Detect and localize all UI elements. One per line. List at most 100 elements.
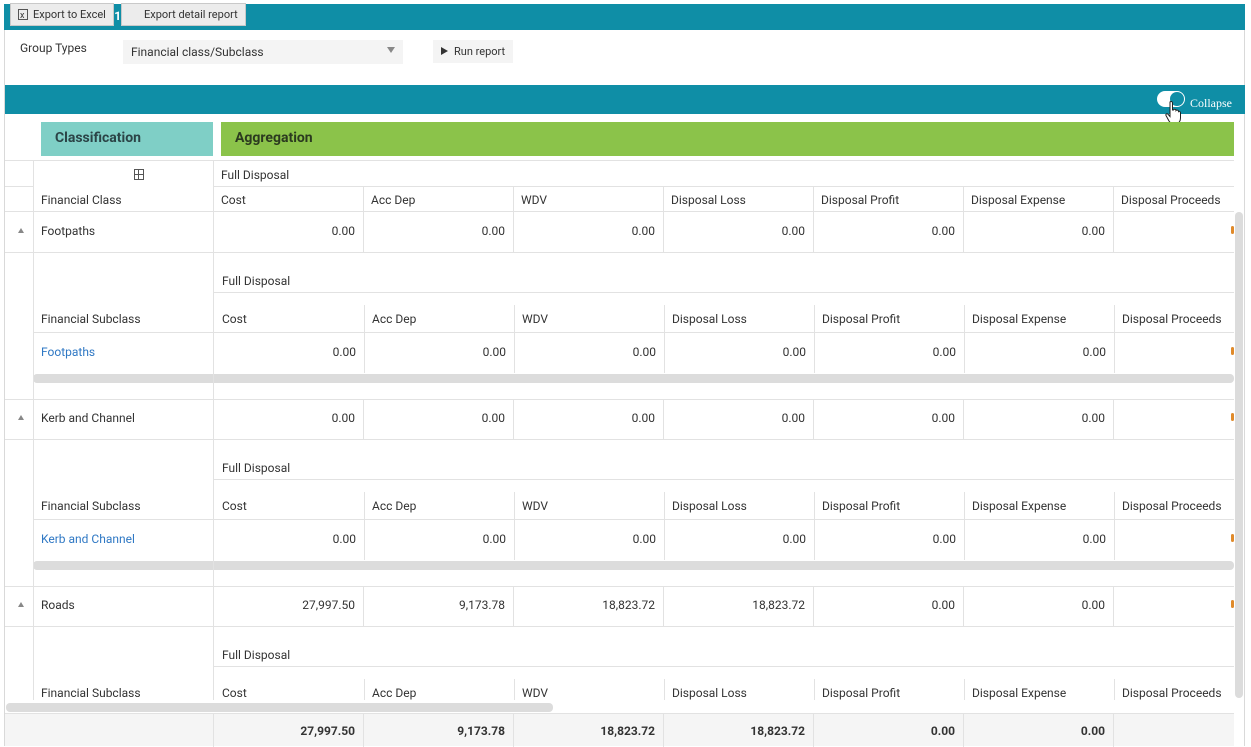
grid-line <box>514 492 515 519</box>
value-cell: 0.00 <box>782 532 806 546</box>
grid-line <box>1113 186 1114 211</box>
grid-line <box>963 399 964 439</box>
grid-line <box>813 399 814 439</box>
grid-line <box>213 160 214 700</box>
run-report-button[interactable]: Run report <box>433 40 514 63</box>
value-cell: 0.00 <box>631 411 655 425</box>
grid-line <box>813 212 814 252</box>
column-header: Acc Dep <box>372 686 417 700</box>
column-header: WDV <box>521 193 548 207</box>
grid-line <box>963 186 964 211</box>
grid-line <box>964 679 965 700</box>
collapse-row-icon[interactable] <box>18 228 24 233</box>
column-header: Disposal Profit <box>821 193 900 207</box>
class-name: Kerb and Channel <box>41 411 135 425</box>
grid-line <box>5 211 1234 212</box>
grid-line <box>513 212 514 252</box>
grid-scrollbar[interactable] <box>6 703 553 712</box>
column-header: Disposal Loss <box>672 686 747 700</box>
grid-line <box>814 333 815 373</box>
grid-line <box>813 586 814 626</box>
report-toolbar <box>5 85 1245 114</box>
grid-line <box>963 714 964 747</box>
column-header: Disposal Loss <box>671 193 746 207</box>
column-header: Disposal Proceeds <box>1122 499 1222 513</box>
value-cell: 0.00 <box>1082 345 1106 359</box>
full-disposal-header: Full Disposal <box>221 168 290 182</box>
totals-row: 27,997.50 9,173.78 18,823.72 18,823.72 0.00 0… <box>5 713 1234 747</box>
play-icon <box>441 47 448 55</box>
grid-line <box>514 333 515 373</box>
grid-line <box>513 714 514 747</box>
value-cell: 18,823.72 <box>602 598 655 612</box>
full-disposal-header: Full Disposal <box>222 461 291 475</box>
group-types-select[interactable]: Financial class/Subclass <box>123 40 403 64</box>
proceeds-marker <box>1231 413 1234 421</box>
financial-subclass-header: Financial Subclass <box>41 312 141 326</box>
proceeds-marker <box>1231 347 1234 355</box>
vertical-scrollbar[interactable] <box>1235 212 1243 698</box>
column-header: Cost <box>222 686 247 700</box>
total-cell: 0.00 <box>930 724 955 738</box>
grid-line <box>514 679 515 700</box>
value-cell: 0.00 <box>781 224 805 238</box>
column-header: Acc Dep <box>371 193 416 207</box>
value-cell: 0.00 <box>931 598 955 612</box>
grid-line <box>214 666 1234 667</box>
grid-line <box>5 586 1234 587</box>
grid-line <box>5 399 1234 400</box>
proceeds-marker <box>1231 226 1234 234</box>
excel-file-icon <box>18 6 28 27</box>
grid-line <box>813 714 814 747</box>
grid-line <box>514 305 515 332</box>
column-header: Disposal Profit <box>822 312 901 326</box>
grid-line <box>663 212 664 252</box>
grid-line <box>213 186 1234 187</box>
column-header: Disposal Proceeds <box>1121 193 1221 207</box>
value-cell: 0.00 <box>782 345 806 359</box>
collapse-row-icon[interactable] <box>18 602 24 607</box>
export-detail-button[interactable]: Export detail report <box>121 3 246 180</box>
grid-line <box>664 333 665 373</box>
total-cell: 18,823.72 <box>600 724 655 738</box>
grid-line <box>363 399 364 439</box>
full-disposal-header: Full Disposal <box>222 274 291 288</box>
subclass-link[interactable]: Footpaths <box>41 345 95 359</box>
grid-line <box>5 252 1234 253</box>
grid-line <box>1114 679 1115 700</box>
collapse-row-icon[interactable] <box>18 415 24 420</box>
grid-line <box>663 586 664 626</box>
column-header: Disposal Expense <box>972 686 1067 700</box>
grid-line <box>663 399 664 439</box>
value-cell: 0.00 <box>481 411 505 425</box>
grid-line <box>513 586 514 626</box>
grid-line <box>1114 520 1115 560</box>
export-excel-button[interactable]: Export to Excel <box>10 3 114 27</box>
value-cell: 0.00 <box>1081 224 1105 238</box>
value-cell: 0.00 <box>632 532 656 546</box>
group-types-value: Financial class/Subclass <box>131 45 264 59</box>
grid-line <box>5 160 1234 161</box>
column-header: Cost <box>222 312 247 326</box>
grid-line <box>664 679 665 700</box>
column-header: Disposal Proceeds <box>1122 686 1222 700</box>
grid-line <box>963 586 964 626</box>
financial-class-header: Financial Class <box>41 193 122 207</box>
value-cell: 0.00 <box>932 345 956 359</box>
grid-line <box>364 492 365 519</box>
grid-line <box>664 520 665 560</box>
chevron-down-icon <box>387 47 395 53</box>
value-cell: 0.00 <box>1082 532 1106 546</box>
grid-line <box>1113 212 1114 252</box>
value-cell: 27,997.50 <box>302 598 355 612</box>
subclass-link[interactable]: Kerb and Channel <box>41 532 135 546</box>
grid-line <box>33 160 34 700</box>
column-header: WDV <box>522 686 549 700</box>
grid-line <box>364 305 365 332</box>
group-types-label: Group Types <box>20 41 87 55</box>
grid-line <box>1114 333 1115 373</box>
grid-line <box>964 520 965 560</box>
column-header: Disposal Expense <box>972 499 1067 513</box>
grid-line <box>1113 586 1114 626</box>
grid-line <box>664 305 665 332</box>
